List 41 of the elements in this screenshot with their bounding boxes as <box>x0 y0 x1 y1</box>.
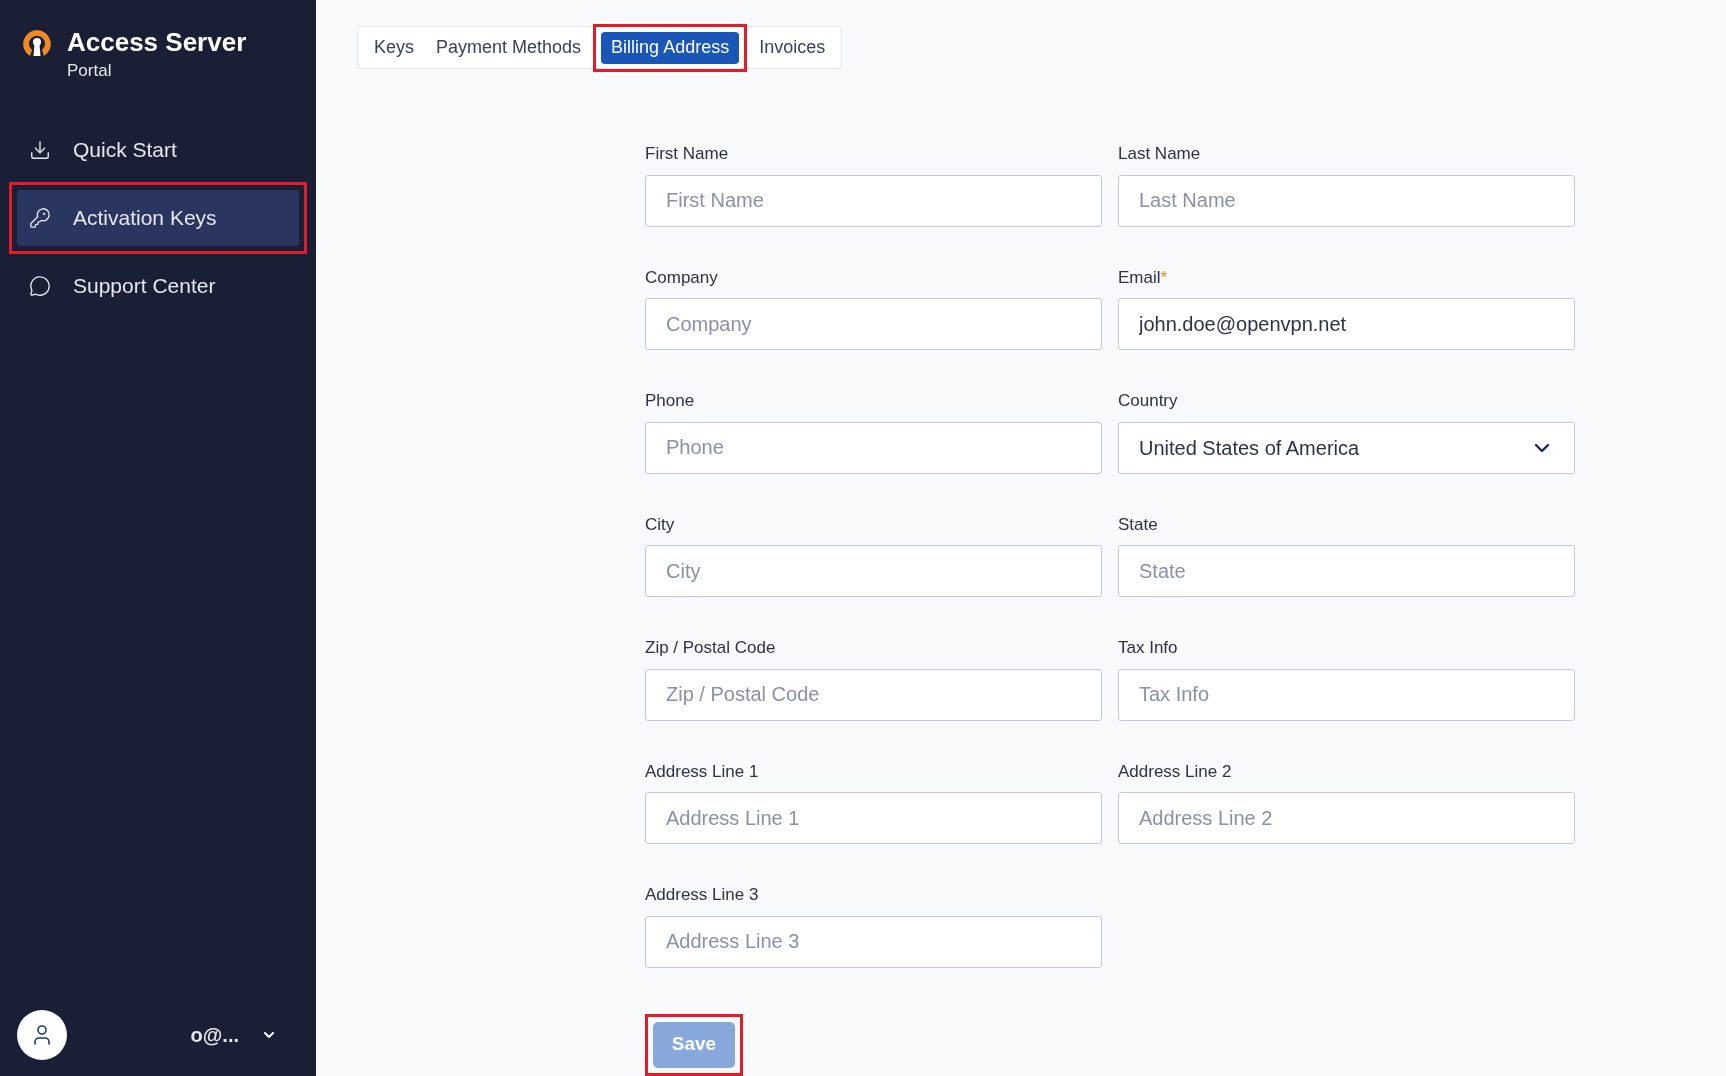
key-icon <box>29 206 51 229</box>
avatar[interactable] <box>17 1010 67 1060</box>
nav-item[interactable]: Support Center <box>17 257 299 314</box>
field-label: Address Line 3 <box>645 884 759 906</box>
nav-item[interactable]: Activation Keys <box>17 189 299 246</box>
country-select[interactable]: United States of America <box>1118 421 1575 474</box>
field-label: Tax Info <box>1118 637 1178 659</box>
input-field[interactable]: Address Line 1 <box>645 792 1102 844</box>
download-icon <box>29 138 51 161</box>
brand-title: Access Server <box>67 26 247 58</box>
tab[interactable]: Keys <box>364 31 425 64</box>
input-field[interactable]: State <box>1118 545 1575 597</box>
field-label: Email <box>1118 266 1161 289</box>
brand-subtitle: Portal <box>67 60 113 82</box>
input-field[interactable]: Tax Info <box>1118 668 1575 721</box>
input-field[interactable]: City <box>645 545 1102 597</box>
input-field[interactable]: Last Name <box>1118 174 1575 227</box>
tab[interactable]: Billing Address <box>601 31 740 64</box>
field-label: Zip / Postal Code <box>645 637 776 659</box>
input-field[interactable]: Company <box>645 298 1102 350</box>
field-label: Company <box>645 266 718 289</box>
input-field[interactable]: Zip / Postal Code <box>645 668 1102 721</box>
field-label: Phone <box>645 390 695 412</box>
tab[interactable]: Invoices <box>749 31 836 64</box>
input-field[interactable]: Address Line 3 <box>645 915 1102 968</box>
field-label: First Name <box>645 143 729 165</box>
field-label: Address Line 2 <box>1118 760 1232 783</box>
user-name: o@... <box>190 1023 239 1048</box>
field-label: Address Line 1 <box>645 760 759 783</box>
input-field[interactable]: First Name <box>645 174 1102 227</box>
input-field[interactable]: Address Line 2 <box>1118 792 1575 844</box>
chat-bubble-icon <box>29 274 51 297</box>
input-field[interactable]: john.doe@openvpn.net <box>1118 298 1575 350</box>
field-label: Last Name <box>1118 143 1201 165</box>
nav-item[interactable]: Quick Start <box>17 121 299 178</box>
required-asterisk: * <box>1160 266 1168 289</box>
field-label: State <box>1118 513 1158 536</box>
field-label: City <box>645 513 675 536</box>
tab[interactable]: Payment Methods <box>426 31 592 64</box>
field-label: Country <box>1118 390 1178 412</box>
input-field[interactable]: Phone <box>645 421 1102 474</box>
